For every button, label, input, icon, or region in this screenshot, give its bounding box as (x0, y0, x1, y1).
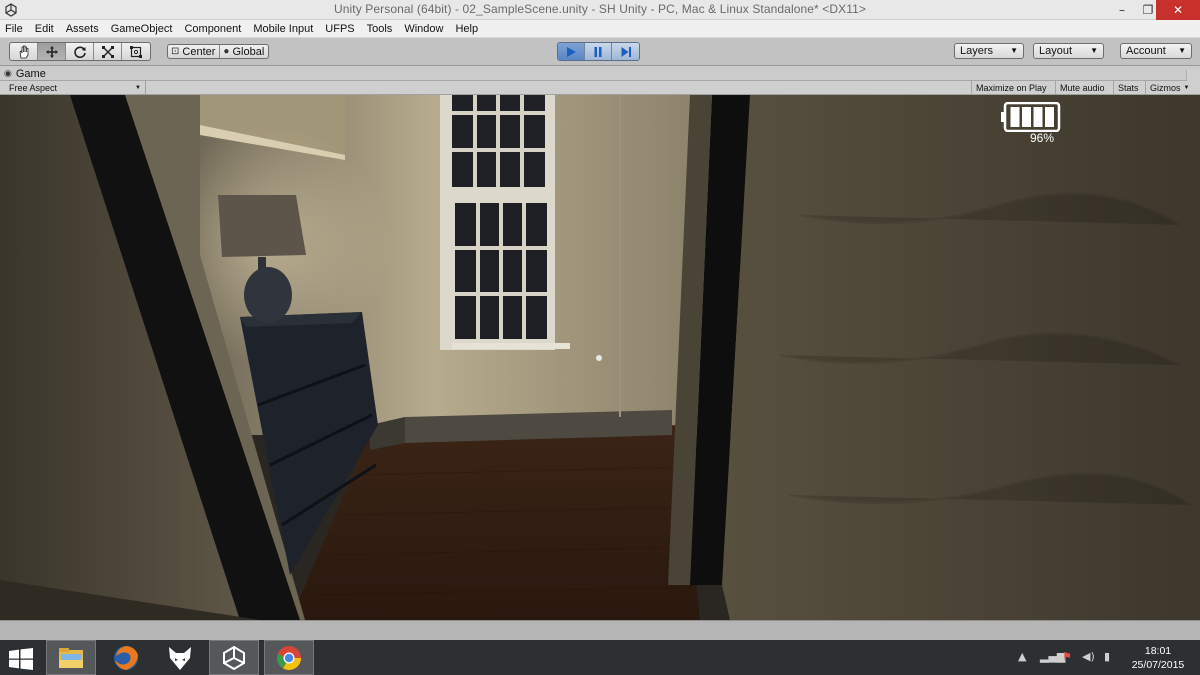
play-icon (567, 46, 576, 57)
rect-icon (130, 45, 142, 58)
battery-cell (1045, 107, 1054, 127)
globe-icon: ● (223, 46, 230, 57)
taskbar-firefox[interactable] (101, 640, 151, 675)
taskbar-clock[interactable]: 18:01 25/07/2015 (1126, 644, 1190, 672)
taskbar-unity[interactable] (209, 640, 259, 675)
menu-file[interactable]: File (0, 23, 29, 35)
battery-cell (1033, 107, 1043, 127)
taskbar-foobar[interactable] (155, 640, 205, 675)
tab-game-label: Game (15, 67, 46, 80)
menu-component[interactable]: Component (178, 23, 247, 35)
window-title: Unity Personal (64bit) - 02_SampleScene.… (333, 2, 866, 16)
gizmos-dropdown[interactable]: Gizmos ▼ (1145, 81, 1193, 95)
windows-taskbar: ▲ ▂▄▆ ⚑ ◀) ▮ 18:01 25/07/2015 (0, 640, 1200, 675)
tab-game[interactable]: ◉ Game (4, 66, 46, 81)
minimize-button[interactable]: – (1108, 0, 1136, 20)
menu-assets[interactable]: Assets (60, 23, 105, 35)
aspect-label: Free Aspect (9, 83, 58, 93)
play-controls (557, 42, 640, 61)
pivot-center-icon: ⊡ (171, 46, 180, 57)
move-tool-button[interactable] (38, 43, 66, 60)
menu-bar: File Edit Assets GameObject Component Mo… (0, 20, 1200, 38)
scale-tool-button[interactable] (94, 43, 122, 60)
game-tab-icon: ◉ (4, 68, 12, 78)
battery-cell (1010, 107, 1020, 127)
rect-tool-button[interactable] (122, 43, 150, 60)
maximize-on-play-label: Maximize on Play (976, 83, 1047, 93)
file-explorer-icon (59, 647, 83, 668)
chevron-down-icon: ▼ (1183, 85, 1190, 91)
hand-tool-button[interactable] (10, 43, 38, 60)
chevron-down-icon: ▼ (1010, 46, 1018, 55)
pivot-rotation-label: Global (232, 45, 265, 58)
step-icon (621, 46, 631, 57)
rotate-tool-button[interactable] (66, 43, 94, 60)
mute-audio-label: Mute audio (1060, 83, 1105, 93)
pause-icon (594, 46, 602, 57)
gizmos-label: Gizmos (1150, 83, 1181, 93)
scale-icon (101, 45, 114, 58)
menu-mobile-input[interactable]: Mobile Input (247, 23, 319, 35)
unity-editor-window: Unity Personal (64bit) - 02_SampleScene.… (0, 0, 1200, 675)
menu-ufps[interactable]: UFPS (319, 23, 360, 35)
notification-flag-icon[interactable]: ▲ (1018, 650, 1026, 663)
windows-start-icon[interactable] (6, 648, 36, 670)
pivot-controls: ⊡ Center ● Global (167, 44, 270, 59)
game-view-toolbar: Free Aspect ▼ Maximize on Play Mute audi… (0, 81, 1200, 95)
step-button[interactable] (612, 43, 639, 60)
layout-label: Layout (1039, 45, 1073, 57)
account-label: Account (1126, 45, 1166, 57)
menu-help[interactable]: Help (449, 23, 484, 35)
game-view-tabbar: ◉ Game (0, 66, 1200, 81)
menu-edit[interactable]: Edit (29, 23, 60, 35)
volume-icon[interactable]: ◀) (1082, 650, 1095, 663)
layers-label: Layers (960, 45, 994, 57)
flag-alert-icon[interactable]: ⚑ (1062, 650, 1072, 663)
aspect-dropdown[interactable]: Free Aspect ▼ (0, 81, 146, 95)
firefox-icon (114, 645, 138, 670)
chevron-down-icon: ▼ (1178, 46, 1186, 55)
game-viewport[interactable] (0, 95, 1200, 620)
stats-label: Stats (1118, 83, 1139, 93)
account-dropdown[interactable]: Account ▼ (1120, 43, 1192, 59)
battery-tray-icon[interactable]: ▮ (1104, 650, 1110, 663)
play-button[interactable] (558, 43, 585, 60)
menu-window[interactable]: Window (398, 23, 449, 35)
move-icon (45, 45, 58, 58)
hand-icon (19, 45, 28, 58)
scene-render (0, 95, 1200, 620)
taskbar-chrome[interactable] (264, 640, 314, 675)
pivot-mode-label: Center (182, 45, 216, 58)
pivot-rotation-toggle[interactable]: ● Global (220, 45, 268, 58)
battery-icon (1001, 102, 1061, 132)
clock-date: 25/07/2015 (1131, 659, 1185, 671)
menu-tools[interactable]: Tools (361, 23, 399, 35)
editor-status-bar (0, 620, 1200, 640)
maximize-on-play-toggle[interactable]: Maximize on Play (971, 81, 1051, 95)
menu-gameobject[interactable]: GameObject (105, 23, 179, 35)
taskbar-file-explorer[interactable] (46, 640, 96, 675)
transform-tools (9, 42, 151, 61)
foobar-icon (169, 646, 191, 670)
battery-cell (1022, 107, 1031, 127)
mute-audio-toggle[interactable]: Mute audio (1055, 81, 1109, 95)
chevron-down-icon: ▼ (1090, 46, 1098, 55)
chevron-down-icon: ▼ (135, 85, 141, 91)
title-bar: Unity Personal (64bit) - 02_SampleScene.… (0, 0, 1200, 20)
chrome-icon (277, 645, 301, 670)
close-button[interactable]: ✕ (1156, 0, 1200, 20)
layers-dropdown[interactable]: Layers ▼ (954, 43, 1024, 59)
pause-button[interactable] (585, 43, 612, 60)
clock-time: 18:01 (1144, 645, 1172, 657)
battery-percentage: 96% (1030, 131, 1055, 145)
unity-icon (223, 645, 245, 670)
rotate-icon (73, 45, 86, 58)
pivot-mode-toggle[interactable]: ⊡ Center (168, 45, 221, 58)
stats-toggle[interactable]: Stats (1113, 81, 1143, 95)
layout-dropdown[interactable]: Layout ▼ (1033, 43, 1104, 59)
